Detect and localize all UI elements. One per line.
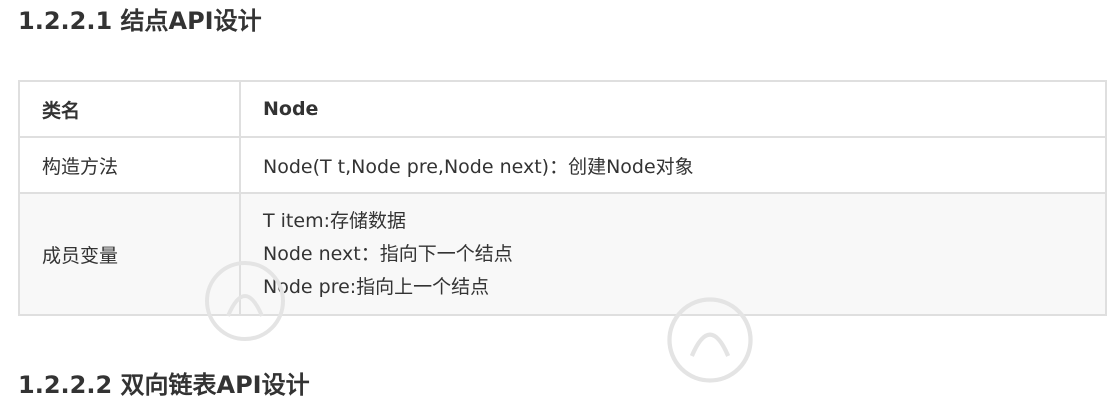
fields-label-cell: 成员变量 — [18, 192, 241, 316]
class-name-value-cell: Node — [239, 80, 1107, 138]
table-header-row: 类名 Node — [18, 80, 1107, 138]
table-row-constructor: 构造方法 Node(T t,Node pre,Node next)：创建Node… — [18, 136, 1107, 194]
section-heading-node-api: 1.2.2.1 结点API设计 — [18, 7, 262, 35]
constructor-label-cell: 构造方法 — [18, 136, 241, 194]
table-row-fields: 成员变量 T item:存储数据 Node next：指向下一个结点 Node … — [18, 192, 1107, 316]
fields-value-cell: T item:存储数据 Node next：指向下一个结点 Node pre:指… — [239, 192, 1107, 316]
field-next-line: Node next：指向下一个结点 — [263, 242, 513, 265]
constructor-value-cell: Node(T t,Node pre,Node next)：创建Node对象 — [239, 136, 1107, 194]
node-api-table: 类名 Node 构造方法 Node(T t,Node pre,Node next… — [18, 80, 1107, 316]
section-heading-doubly-linked-list-api: 1.2.2.2 双向链表API设计 — [18, 371, 310, 399]
class-name-label-cell: 类名 — [18, 80, 241, 138]
field-pre-line: Node pre:指向上一个结点 — [263, 275, 490, 298]
field-item-line: T item:存储数据 — [263, 209, 406, 232]
